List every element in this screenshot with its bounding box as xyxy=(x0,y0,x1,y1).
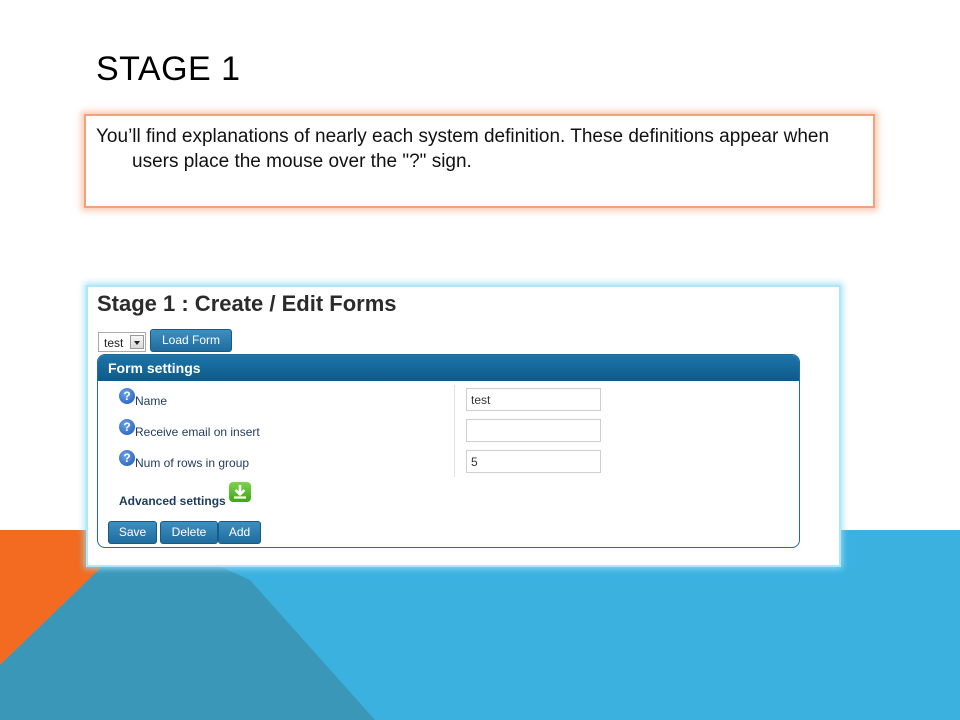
num-rows-input[interactable]: 5 xyxy=(466,450,601,473)
column-divider xyxy=(454,385,455,477)
form-select-value: test xyxy=(104,336,124,350)
load-form-button[interactable]: Load Form xyxy=(150,329,232,352)
form-editor-screenshot: Stage 1 : Create / Edit Forms test Load … xyxy=(86,285,841,567)
receive-email-input[interactable] xyxy=(466,419,601,442)
description-callout: You’ll find explanations of nearly each … xyxy=(84,114,875,208)
advanced-settings-label[interactable]: Advanced settings xyxy=(119,494,226,508)
help-icon[interactable]: ? xyxy=(119,450,135,466)
add-button[interactable]: Add xyxy=(218,521,261,544)
help-icon[interactable]: ? xyxy=(119,388,135,404)
num-rows-label: Num of rows in group xyxy=(135,456,250,470)
panel-header: Form settings xyxy=(98,355,799,381)
description-text: You’ll find explanations of nearly each … xyxy=(96,126,830,172)
save-button[interactable]: Save xyxy=(108,521,157,544)
form-editor-title: Stage 1 : Create / Edit Forms xyxy=(97,291,397,316)
delete-button[interactable]: Delete xyxy=(160,521,218,544)
help-icon[interactable]: ? xyxy=(119,419,135,435)
receive-email-label: Receive email on insert xyxy=(135,425,260,439)
name-input[interactable]: test xyxy=(466,388,601,411)
download-icon[interactable] xyxy=(229,482,251,502)
slide-title: STAGE 1 xyxy=(96,50,241,88)
chevron-down-icon[interactable] xyxy=(130,335,144,349)
form-select-dropdown[interactable]: test xyxy=(98,332,146,352)
name-label: Name xyxy=(135,394,168,408)
form-settings-panel: Form settings ? Name ? Receive email on … xyxy=(97,354,800,548)
